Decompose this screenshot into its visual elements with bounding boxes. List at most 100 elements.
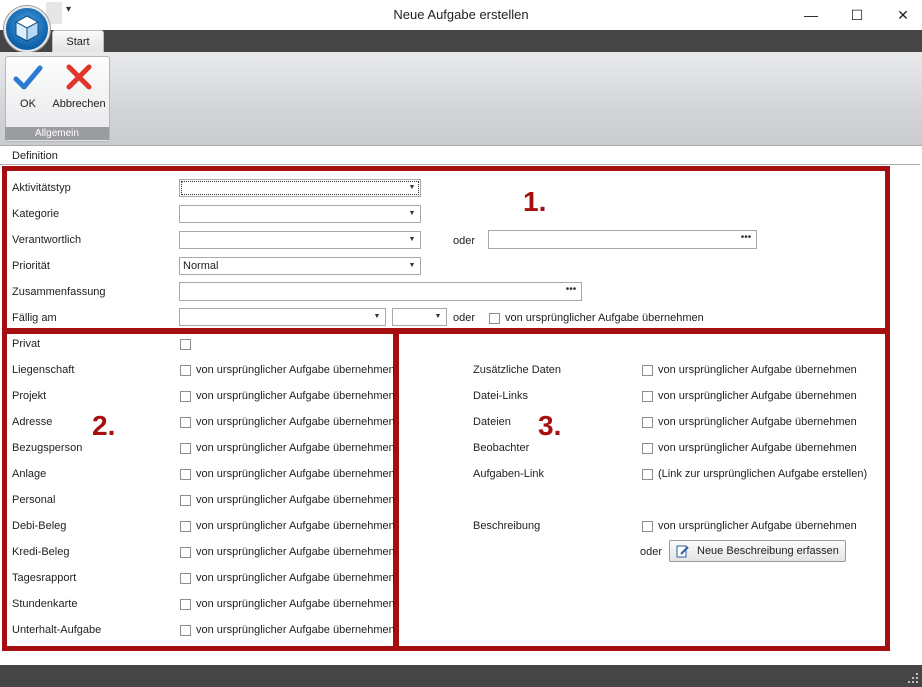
box3-row-label: Zusätzliche Daten (473, 364, 562, 376)
box2-row-label: Adresse (12, 416, 53, 428)
cancel-button[interactable]: Abbrechen (50, 60, 108, 120)
faellig-label: Fällig am (12, 312, 57, 324)
box3-row-checkbox[interactable] (642, 391, 653, 402)
aktivitaetstyp-select[interactable]: ▼ (179, 179, 421, 197)
box2-row-checkbox-label: von ursprünglicher Aufgabe übernehmen (196, 598, 395, 610)
chevron-down-icon: ▼ (408, 210, 416, 217)
box3-row-checkbox[interactable] (642, 469, 653, 480)
box2-row-checkbox-label: von ursprünglicher Aufgabe übernehmen (196, 624, 395, 636)
box2-row-checkbox-label: von ursprünglicher Aufgabe übernehmen (196, 494, 395, 506)
chevron-down-icon: ▼ (434, 313, 442, 320)
minimize-button[interactable]: — (788, 0, 834, 30)
box3-row-checkbox-label: von ursprünglicher Aufgabe übernehmen (658, 416, 857, 428)
box2-row-checkbox-label: von ursprünglicher Aufgabe übernehmen (196, 416, 395, 428)
verantwortlich-select[interactable]: ▼ (179, 231, 421, 249)
faellig-time-select[interactable]: ▼ (392, 308, 447, 326)
box3-row-checkbox-label: von ursprünglicher Aufgabe übernehmen (658, 390, 857, 402)
kategorie-label: Kategorie (12, 208, 60, 220)
app-menu-button[interactable] (4, 6, 50, 52)
chevron-down-icon: ▼ (408, 262, 416, 269)
prioritaet-label: Priorität (12, 260, 50, 272)
faellig-oder-label: oder (453, 312, 476, 324)
box2-row-checkbox-label: von ursprünglicher Aufgabe übernehmen (196, 572, 395, 584)
section-header: Definition (0, 148, 920, 165)
cancel-x-icon (66, 64, 92, 90)
box2-row-checkbox[interactable] (180, 573, 191, 584)
prioritaet-value: Normal (183, 260, 219, 272)
box2-row-label: Kredi-Beleg (12, 546, 70, 558)
box2-row-checkbox-label: von ursprünglicher Aufgabe übernehmen (196, 520, 395, 532)
cube-icon (14, 15, 40, 42)
chevron-down-icon: ▼ (408, 236, 416, 243)
edit-document-icon (676, 545, 689, 558)
faellig-uebernehmen-label: von ursprünglicher Aufgabe übernehmen (505, 312, 704, 324)
ok-button[interactable]: OK (8, 60, 48, 120)
status-bar (0, 665, 922, 687)
box2-row-checkbox[interactable] (180, 417, 191, 428)
close-button[interactable]: ✕ (880, 0, 922, 30)
box-2-number: 2. (92, 410, 116, 441)
box3-row-checkbox-label: von ursprünglicher Aufgabe übernehmen (658, 364, 857, 376)
beschreibung-uebernehmen-label: von ursprünglicher Aufgabe übernehmen (658, 520, 857, 532)
faellig-uebernehmen-checkbox[interactable] (489, 313, 500, 324)
verantwortlich-oder-label: oder (453, 235, 476, 247)
zusammenfassung-label: Zusammenfassung (12, 286, 106, 298)
box3-row-checkbox[interactable] (642, 417, 653, 428)
box2-row-checkbox-label: von ursprünglicher Aufgabe übernehmen (196, 390, 395, 402)
faellig-date-select[interactable]: ▼ (179, 308, 386, 326)
box2-row-label: Stundenkarte (12, 598, 78, 610)
ok-button-label: OK (20, 98, 36, 110)
box3-row-label: Beobachter (473, 442, 530, 454)
box2-row-checkbox-label: von ursprünglicher Aufgabe übernehmen (196, 364, 395, 376)
box3-row-label: Dateien (473, 416, 511, 428)
window-title: Neue Aufgabe erstellen (393, 7, 529, 22)
box-3-number: 3. (538, 410, 562, 441)
box2-row-checkbox[interactable] (180, 495, 191, 506)
quick-access-toolbar-dropdown[interactable]: ▾ (66, 4, 71, 15)
box3-row-checkbox[interactable] (642, 365, 653, 376)
highlight-box-3 (394, 329, 890, 651)
privat-checkbox[interactable] (180, 339, 191, 350)
box2-row-label: Unterhalt-Aufgabe (12, 624, 102, 636)
checkmark-icon (13, 65, 43, 90)
beschreibung-oder-label: oder (640, 546, 663, 558)
verantwortlich-alt-input[interactable]: ••• (488, 230, 757, 249)
box2-row-checkbox[interactable] (180, 365, 191, 376)
chevron-down-icon: ▼ (373, 313, 381, 320)
box3-row-checkbox-label: (Link zur ursprünglichen Aufgabe erstell… (658, 468, 868, 480)
resize-grip-icon[interactable] (907, 672, 919, 684)
ellipsis-icon[interactable]: ••• (563, 283, 579, 299)
box2-row-checkbox[interactable] (180, 599, 191, 610)
box2-row-checkbox[interactable] (180, 547, 191, 558)
box2-row-label: Debi-Beleg (12, 520, 67, 532)
section-title: Definition (12, 150, 58, 162)
zusammenfassung-input[interactable]: ••• (179, 282, 582, 301)
box3-row-checkbox[interactable] (642, 443, 653, 454)
ribbon-group-label: Allgemein (5, 127, 109, 140)
kategorie-select[interactable]: ▼ (179, 205, 421, 223)
box3-row-label: Datei-Links (473, 390, 529, 402)
new-description-button[interactable]: Neue Beschreibung erfassen (669, 540, 846, 562)
box2-row-checkbox[interactable] (180, 391, 191, 402)
beschreibung-uebernehmen-checkbox[interactable] (642, 521, 653, 532)
maximize-button[interactable]: ☐ (834, 0, 880, 30)
box2-row-checkbox[interactable] (180, 521, 191, 532)
box2-row-label: Tagesrapport (12, 572, 77, 584)
privat-label: Privat (12, 338, 41, 350)
prioritaet-select[interactable]: Normal ▼ (179, 257, 421, 275)
box2-row-checkbox-label: von ursprünglicher Aufgabe übernehmen (196, 468, 395, 480)
box2-row-label: Bezugsperson (12, 442, 83, 454)
box2-row-checkbox[interactable] (180, 443, 191, 454)
tab-start[interactable]: Start (52, 30, 104, 53)
new-description-button-label: Neue Beschreibung erfassen (697, 545, 839, 557)
box2-row-checkbox[interactable] (180, 469, 191, 480)
box2-row-label: Anlage (12, 468, 47, 480)
aktivitaetstyp-label: Aktivitätstyp (12, 182, 71, 194)
chevron-down-icon: ▼ (408, 184, 416, 191)
box2-row-label: Liegenschaft (12, 364, 75, 376)
box-1-number: 1. (523, 186, 547, 217)
tab-strip (0, 30, 922, 52)
ellipsis-icon[interactable]: ••• (738, 231, 754, 247)
box3-row-label: Aufgaben-Link (473, 468, 544, 480)
box2-row-checkbox[interactable] (180, 625, 191, 636)
